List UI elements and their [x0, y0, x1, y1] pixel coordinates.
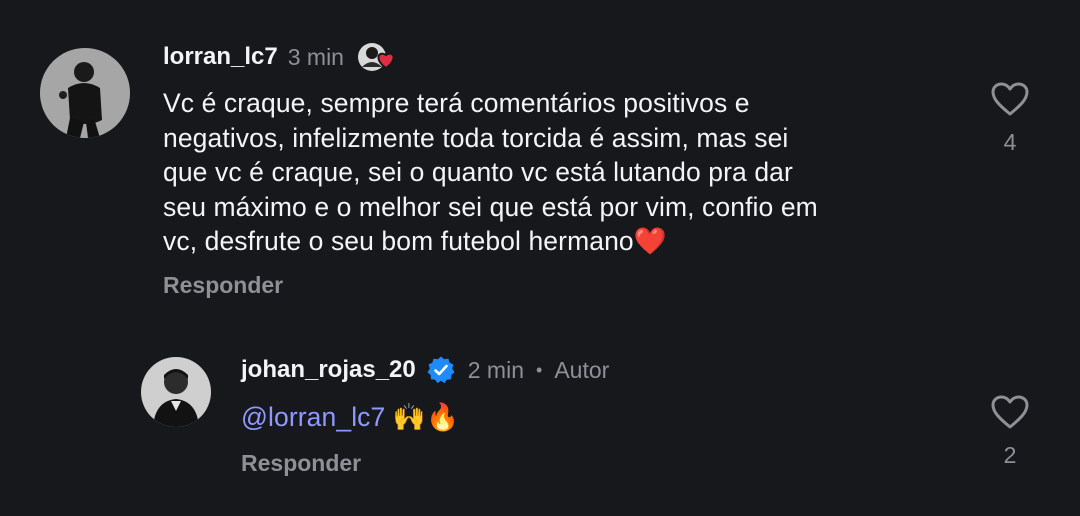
comment-header: lorran_lc7 3 min: [163, 42, 402, 72]
emoji: 🙌🔥: [392, 402, 460, 432]
separator-dot: •: [536, 359, 543, 380]
comment-line: Vc é craque, sempre terá comentários pos…: [163, 88, 750, 118]
comment-line: que vc é craque, sei o quanto vc está lu…: [163, 157, 793, 187]
red-heart-emoji: ❤️: [633, 226, 667, 256]
like-section: 4: [989, 81, 1031, 156]
profile-photo-icon: [40, 48, 130, 138]
profile-photo-icon: [141, 357, 211, 427]
like-count: 4: [1003, 129, 1017, 155]
timestamp: 2 min: [467, 356, 524, 383]
username[interactable]: lorran_lc7: [163, 43, 278, 71]
avatar[interactable]: [141, 357, 211, 427]
heart-icon[interactable]: [990, 394, 1030, 430]
mention-link[interactable]: @lorran_lc7: [241, 402, 385, 432]
comment-text: @lorran_lc7 🙌🔥: [241, 400, 459, 435]
creator-heart-badge-icon: [356, 41, 402, 73]
heart-icon[interactable]: [990, 81, 1030, 117]
avatar[interactable]: [40, 48, 130, 138]
comment-line-text: vc, desfrute o seu bom futebol hermano: [163, 226, 634, 256]
verified-check-icon: [426, 355, 456, 385]
comment-line: negativos, infelizmente toda torcida é a…: [163, 122, 789, 153]
comment-text: Vc é craque, sempre terá comentários pos…: [163, 86, 943, 259]
comment-line: vc, desfrute o seu bom futebol hermano❤️: [163, 224, 943, 259]
reply-button[interactable]: Responder: [241, 450, 361, 477]
like-count: 2: [1003, 442, 1017, 468]
comment-header: johan_rojas_20 2 min • Autor: [241, 355, 609, 385]
like-section: 2: [989, 394, 1031, 469]
username[interactable]: johan_rojas_20: [241, 356, 416, 384]
comment-line: seu máximo e o melhor sei que está por v…: [163, 191, 818, 222]
reply-button[interactable]: Responder: [163, 272, 283, 299]
timestamp: 3 min: [287, 43, 344, 70]
author-label: Autor: [554, 356, 610, 383]
previous-comment-fragment: ·: [400, 0, 440, 5]
